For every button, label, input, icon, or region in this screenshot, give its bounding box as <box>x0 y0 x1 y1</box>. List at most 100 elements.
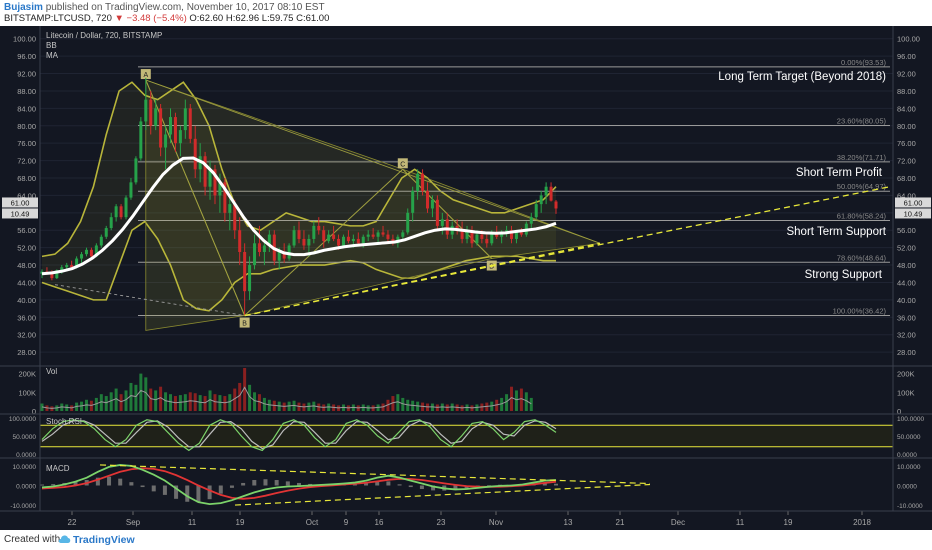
candle-body <box>139 121 143 159</box>
candle-body <box>178 130 182 144</box>
fib-level-label: 0.00%(93.53) <box>841 58 887 67</box>
time-tick-label: 11 <box>736 518 745 527</box>
candle-body <box>346 236 350 242</box>
candle-body <box>406 212 410 233</box>
publish-line: Bujasim published on TradingView.com, No… <box>4 2 325 13</box>
macd-tick-left: -10.0000 <box>10 503 36 510</box>
macd-histogram-bar <box>386 481 391 486</box>
price-tick-right: 84.00 <box>897 104 916 113</box>
author-name[interactable]: Bujasim <box>4 2 43 13</box>
candle-body <box>243 252 247 292</box>
price-tick-left: 68.00 <box>17 174 36 183</box>
time-tick-label: 23 <box>437 518 446 527</box>
chart-title: Litecoin / Dollar, 720, BITSTAMP <box>46 31 162 40</box>
time-tick-label: 19 <box>236 518 245 527</box>
macd-histogram-bar <box>274 480 279 486</box>
candle-body <box>149 99 153 126</box>
last-price-label-right: 61.00 <box>904 198 923 207</box>
price-tick-right: 76.00 <box>897 139 916 148</box>
candle-body <box>99 236 103 246</box>
macd-histogram-bar <box>129 482 134 486</box>
candle-body <box>401 232 405 237</box>
candle-body <box>430 199 434 209</box>
candle-body <box>341 236 345 246</box>
macd-histogram-bar <box>263 479 268 486</box>
fib-level-label: 50.00%(64.97) <box>837 182 887 191</box>
price-tick-left: 96.00 <box>17 52 36 61</box>
volume-bar <box>193 393 197 411</box>
volume-bar <box>213 394 217 411</box>
candle-body <box>253 243 257 266</box>
time-tick-label: 19 <box>784 518 793 527</box>
candle-body <box>351 238 355 242</box>
symbol-interval: BITSTAMP:LTCUSD, 720 <box>4 13 112 24</box>
candle-body <box>356 238 360 244</box>
price-tick-left: 56.00 <box>17 226 36 235</box>
time-tick-label: 16 <box>375 518 384 527</box>
candle-body <box>183 108 187 131</box>
macd-tick-right: -10.0000 <box>897 503 923 510</box>
volume-bar <box>124 390 128 411</box>
price-tick-left: 92.00 <box>17 70 36 79</box>
fib-level-label: 23.60%(80.05) <box>837 117 887 126</box>
pattern-point-label: C <box>400 161 405 168</box>
candle-body <box>193 138 197 170</box>
price-tick-right: 92.00 <box>897 70 916 79</box>
price-tick-right: 28.00 <box>897 348 916 357</box>
candle-body <box>534 204 538 218</box>
candle-body <box>307 238 311 246</box>
ma-label-left: 10.49 <box>11 209 30 218</box>
macd-histogram-bar <box>140 485 145 488</box>
candle-body <box>386 234 390 239</box>
time-tick-label: Sep <box>126 518 141 527</box>
price-tick-left: 48.00 <box>17 261 36 270</box>
chart-header: Bujasim published on TradingView.com, No… <box>0 0 932 26</box>
volume-bar <box>228 394 232 411</box>
candle-body <box>332 234 336 239</box>
annotation-short-support: Short Term Support <box>786 226 886 238</box>
tradingview-brand-link[interactable]: TradingView <box>73 534 135 546</box>
price-tick-left: 36.00 <box>17 313 36 322</box>
volume-bar <box>173 396 177 411</box>
candle-body <box>435 199 439 226</box>
volume-bar <box>164 392 168 411</box>
volume-bar <box>119 394 123 411</box>
candle-body <box>426 191 429 209</box>
volume-bar <box>514 390 518 411</box>
price-tick-left: 52.00 <box>17 244 36 253</box>
candle-body <box>109 217 113 229</box>
volume-bar <box>183 394 187 411</box>
price-tick-left: 72.00 <box>17 157 36 166</box>
annotation-long-term: Long Term Target (Beyond 2018) <box>718 71 886 83</box>
time-tick-label: 22 <box>68 518 77 527</box>
macd-histogram-bar <box>554 483 558 486</box>
candle-body <box>119 206 123 218</box>
volume-bar <box>223 396 227 411</box>
candle-body <box>228 204 232 213</box>
price-tick-right: 56.00 <box>897 226 916 235</box>
price-chart[interactable]: 0.00%(93.53) 23.60%(80.05) 38.20%(71.71) 50… <box>0 26 932 530</box>
candle-body <box>554 201 558 209</box>
candle-body <box>440 219 444 226</box>
candle-body <box>371 234 375 237</box>
fib-level-label: 61.80%(58.24) <box>837 211 887 220</box>
candle-body <box>169 117 172 135</box>
price-tick-right: 44.00 <box>897 278 916 287</box>
volume-bar <box>253 392 257 411</box>
volume-bar <box>104 396 108 411</box>
time-tick-label: 11 <box>188 518 197 527</box>
macd-title: MACD <box>46 464 70 473</box>
volume-bar <box>519 388 523 411</box>
candle-body <box>262 245 266 252</box>
volume-bar <box>134 384 138 411</box>
created-with-label: Created with <box>4 534 61 545</box>
candle-body <box>154 108 158 126</box>
price-tick-right: 80.00 <box>897 122 916 131</box>
publish-info: published on TradingView.com, November 1… <box>45 2 325 13</box>
volume-bar <box>198 395 202 411</box>
time-tick-label: 2018 <box>853 518 871 527</box>
price-tick-right: 96.00 <box>897 52 916 61</box>
candle-body <box>317 225 321 231</box>
candle-body <box>297 230 301 239</box>
macd-histogram-bar <box>285 481 290 486</box>
